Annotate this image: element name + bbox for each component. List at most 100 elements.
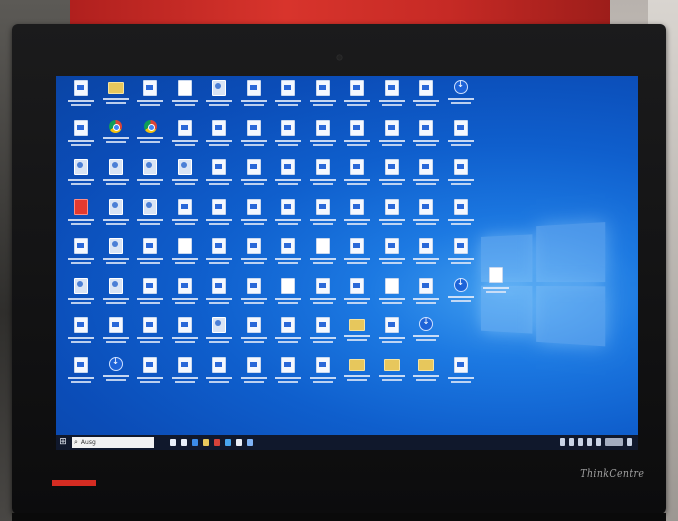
desktop-icon[interactable] [306,159,341,199]
tray-icon[interactable] [569,438,574,446]
desktop-icon[interactable] [271,198,306,239]
desktop-icon[interactable] [168,198,203,239]
desktop-icon[interactable] [133,356,168,397]
desktop-icon[interactable] [168,356,203,397]
desktop-icon[interactable] [64,80,99,120]
tray-icon[interactable] [596,438,601,446]
desktop-icon[interactable] [375,119,410,160]
desktop-icon[interactable] [306,80,341,120]
desktop-icon[interactable] [168,238,203,278]
desktop-icon[interactable] [375,317,410,357]
desktop-icon[interactable] [271,277,306,318]
desktop-icon[interactable] [99,80,134,120]
desktop-icon[interactable] [375,238,410,278]
desktop-icon[interactable] [340,277,375,318]
tray-icon[interactable] [578,438,583,446]
desktop-icon[interactable] [444,198,479,239]
desktop-screen[interactable]: ⊞ ⌕ Ausg [56,76,638,450]
desktop-icon[interactable] [306,356,341,397]
desktop-icon[interactable] [480,267,512,296]
desktop-icon[interactable] [340,80,375,120]
desktop-icon[interactable] [306,277,341,318]
start-button[interactable]: ⊞ [56,435,70,450]
desktop-icon[interactable] [99,159,134,199]
desktop-icon[interactable] [64,356,99,397]
desktop-icon[interactable] [271,159,306,199]
desktop-icon[interactable] [444,356,479,397]
desktop-icon[interactable] [64,238,99,278]
desktop-icon[interactable] [340,198,375,239]
clock[interactable] [605,438,623,446]
desktop-icon[interactable] [409,198,444,239]
desktop-icon[interactable] [133,198,168,239]
desktop-icon[interactable] [340,357,375,397]
desktop-icon[interactable] [202,317,237,357]
desktop-icon[interactable] [202,198,237,239]
desktop-icon[interactable] [271,317,306,357]
pinned-app-icon[interactable] [214,439,220,446]
tray-icon[interactable] [587,438,592,446]
desktop-icon[interactable] [133,80,168,120]
desktop-icon[interactable] [409,357,444,397]
desktop-icon[interactable] [444,238,479,278]
desktop-icon[interactable] [237,356,272,397]
desktop-icon[interactable] [237,238,272,278]
desktop-icon[interactable] [444,80,479,120]
desktop-icon[interactable] [444,119,479,160]
desktop-icon[interactable] [409,80,444,120]
desktop-icon[interactable] [168,119,203,160]
desktop-icon[interactable] [375,277,410,318]
desktop-icon[interactable] [99,238,134,278]
desktop-icon[interactable] [306,198,341,239]
desktop-icon[interactable] [444,159,479,199]
desktop-icon[interactable] [202,119,237,160]
desktop-icon[interactable] [409,159,444,199]
desktop-icon[interactable] [202,277,237,318]
desktop-icon[interactable] [237,277,272,318]
pinned-app-icon[interactable] [247,439,253,446]
desktop-icon[interactable] [202,80,237,120]
desktop-icon[interactable] [237,159,272,199]
desktop-icon[interactable] [133,238,168,278]
desktop-icon[interactable] [64,198,99,239]
desktop-icon[interactable] [99,317,134,357]
desktop-icon[interactable] [409,317,444,357]
desktop-icon[interactable] [64,119,99,160]
pinned-app-icon[interactable] [203,439,209,446]
desktop-icon[interactable] [409,277,444,318]
desktop-icon[interactable] [271,80,306,120]
desktop-icon[interactable] [375,198,410,239]
desktop-icon[interactable] [202,356,237,397]
desktop-icon[interactable] [271,238,306,278]
desktop-icon[interactable] [271,119,306,160]
desktop-icon[interactable] [340,317,375,357]
search-box[interactable]: ⌕ Ausg [72,437,154,448]
desktop-icon[interactable] [237,198,272,239]
desktop-icon[interactable] [375,80,410,120]
desktop-icon[interactable] [133,277,168,318]
desktop-icon[interactable] [271,356,306,397]
desktop-icon[interactable] [168,80,203,120]
desktop-icon[interactable] [237,119,272,160]
desktop-icon[interactable] [202,238,237,278]
desktop-icon[interactable] [99,356,134,397]
pinned-app-icon[interactable] [181,439,187,446]
desktop-icon[interactable] [444,277,479,318]
pinned-app-icon[interactable] [170,439,176,446]
pinned-app-icon[interactable] [236,439,242,446]
desktop-icon[interactable] [237,80,272,120]
pinned-app-icon[interactable] [192,439,198,446]
desktop-icon[interactable] [306,119,341,160]
desktop-icon[interactable] [64,277,99,318]
desktop-icon[interactable] [375,357,410,397]
tray-icon[interactable] [560,438,565,446]
desktop-icon[interactable] [133,317,168,357]
desktop-icon[interactable] [340,238,375,278]
desktop-icon[interactable] [409,119,444,160]
desktop-icon[interactable] [133,119,168,160]
notification-icon[interactable] [627,438,632,446]
desktop-icon[interactable] [99,277,134,318]
desktop-icon[interactable] [99,198,134,239]
desktop-icon[interactable] [64,159,99,199]
desktop-icon[interactable] [168,317,203,357]
